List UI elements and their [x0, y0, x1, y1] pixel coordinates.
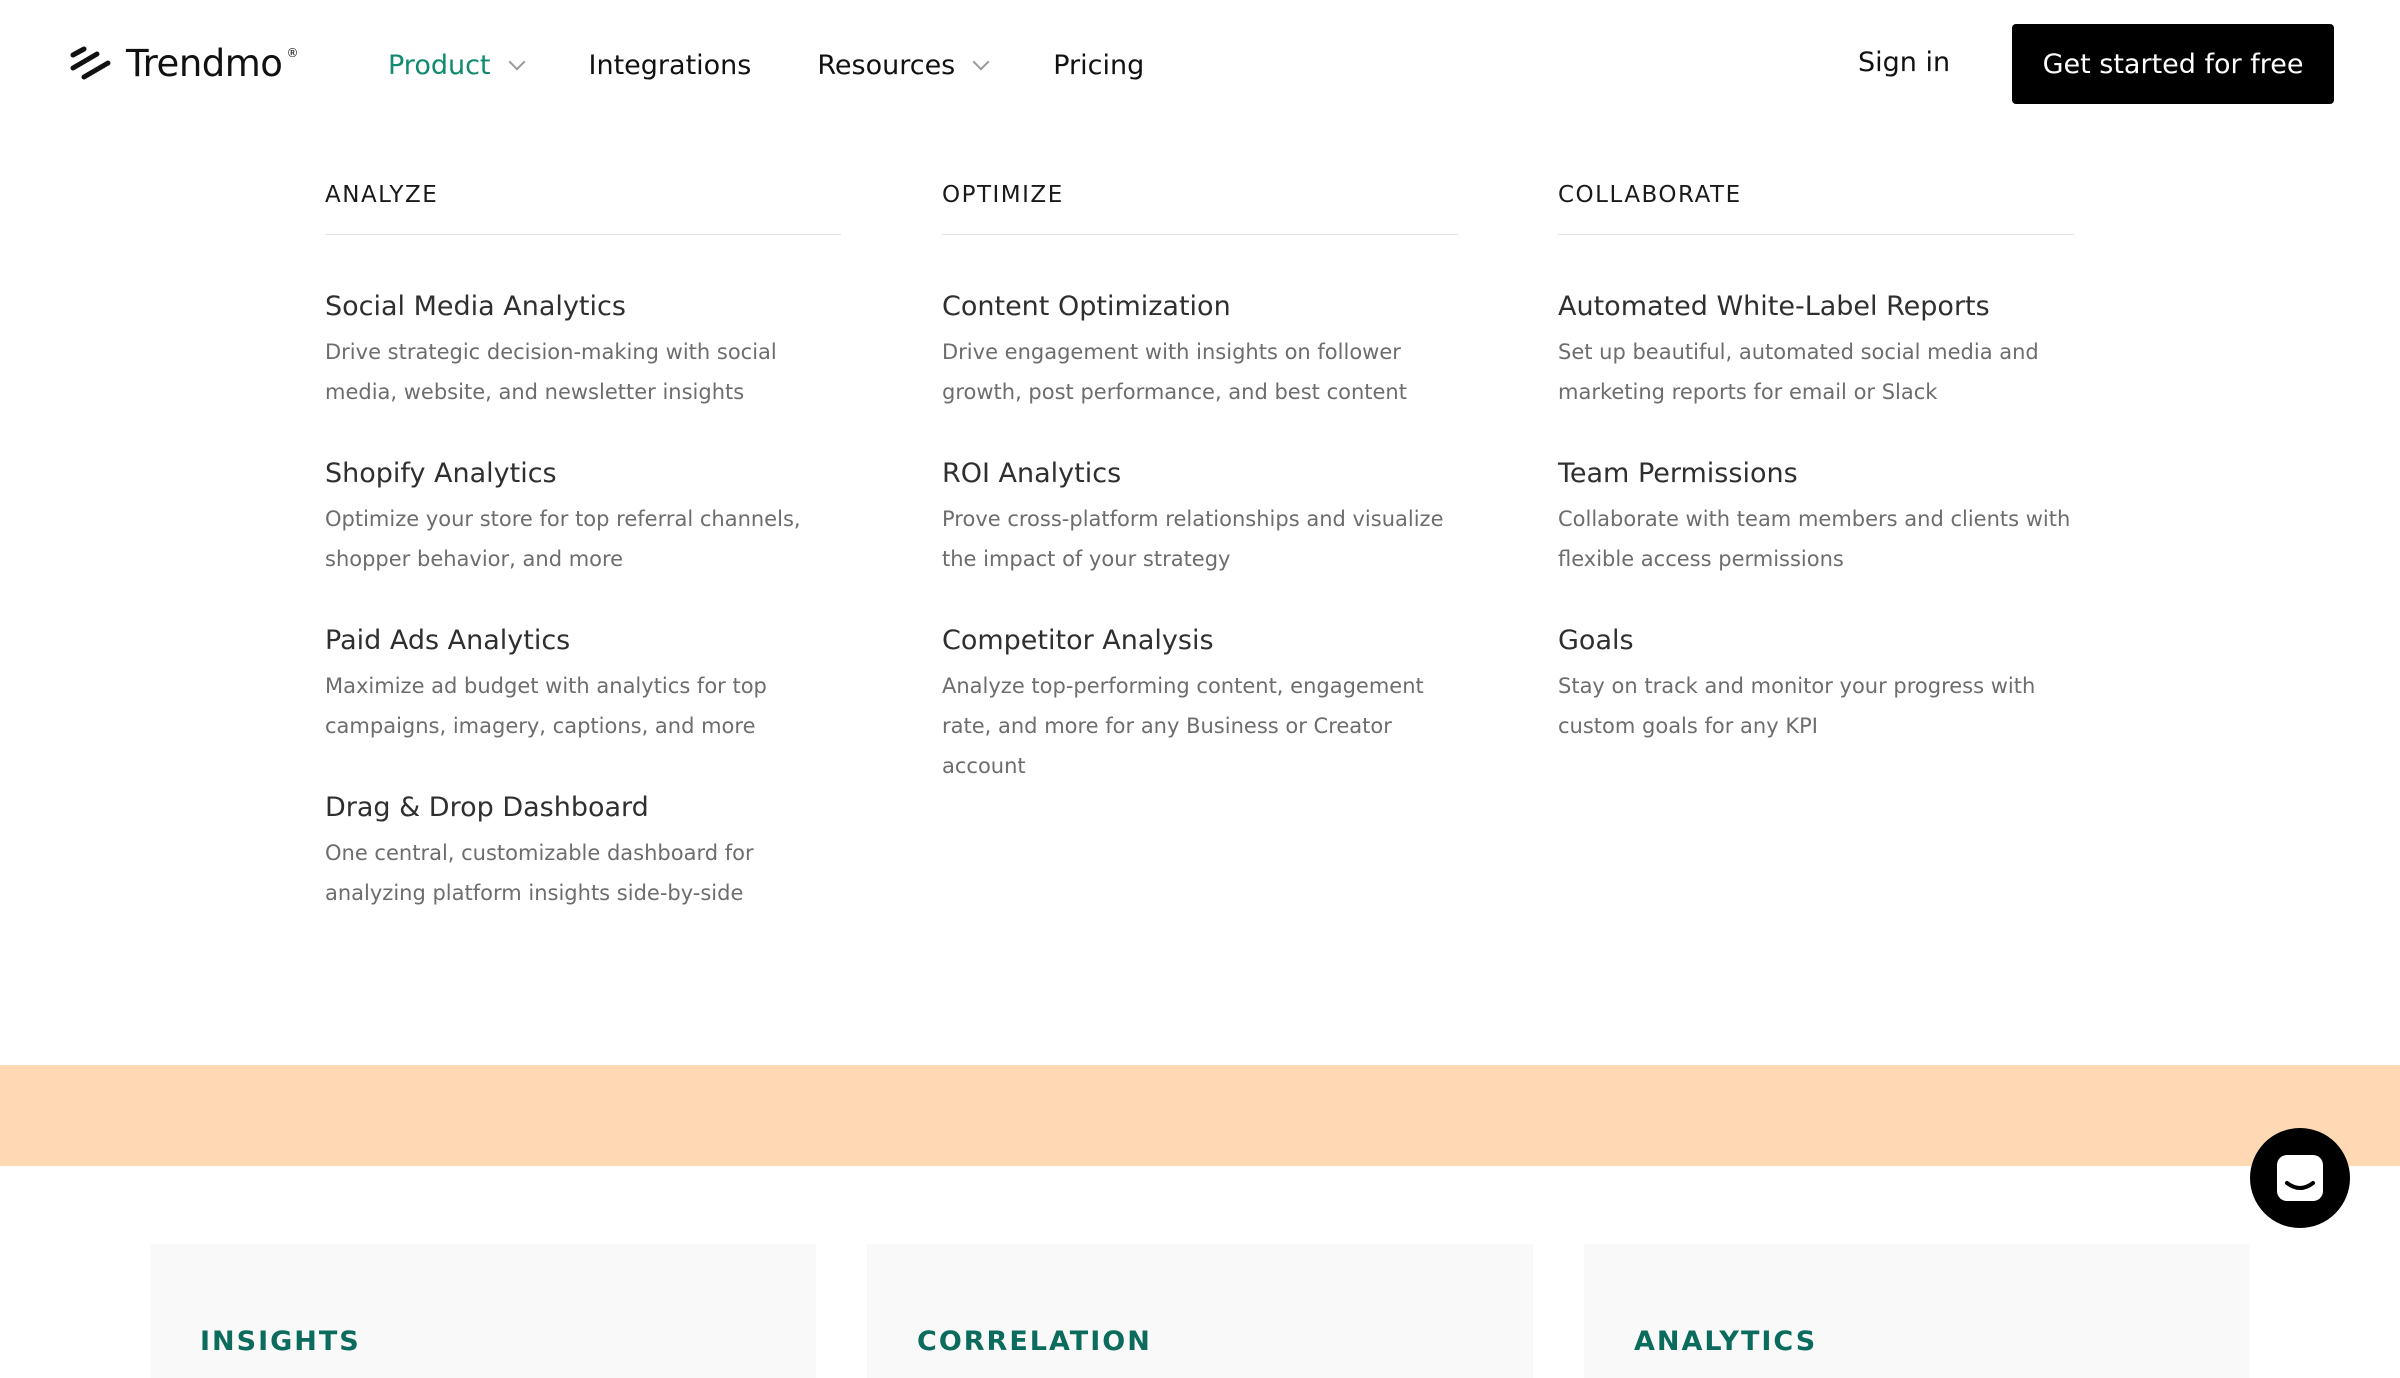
- sign-in-link[interactable]: Sign in: [1858, 47, 1950, 78]
- menu-item-description: Drive strategic decision-making with soc…: [325, 340, 777, 404]
- menu-item-description: Analyze top-performing content, engageme…: [942, 674, 1424, 778]
- product-mega-menu: ANALYZE Social Media Analytics Drive str…: [0, 112, 2400, 1065]
- menu-item-title: Social Media Analytics: [325, 291, 626, 322]
- menu-item-description: Stay on track and monitor your progress …: [1558, 674, 2036, 738]
- column-heading: ANALYZE: [325, 182, 841, 235]
- nav-integrations[interactable]: Integrations: [589, 50, 752, 81]
- menu-item-description: Optimize your store for top referral cha…: [325, 507, 801, 571]
- nav-pricing-label: Pricing: [1053, 50, 1145, 81]
- nav-resources[interactable]: Resources: [817, 50, 990, 81]
- menu-item-title: Content Optimization: [942, 291, 1231, 322]
- chat-launcher-button[interactable]: [2250, 1128, 2350, 1228]
- nav-integrations-label: Integrations: [588, 50, 752, 81]
- brand-registered-mark: ®: [286, 46, 299, 60]
- chevron-down-icon: [972, 53, 990, 70]
- main-nav: Product Integrations Resources Pricing: [388, 50, 1210, 81]
- card-label: CORRELATION: [917, 1326, 1152, 1357]
- menu-item-roi-analytics[interactable]: ROI Analytics Prove cross-platform relat…: [942, 458, 1458, 579]
- chat-icon: [2277, 1155, 2323, 1201]
- menu-item-title: ROI Analytics: [942, 458, 1122, 489]
- menu-item-description: One central, customizable dashboard for …: [325, 841, 754, 905]
- menu-item-shopify-analytics[interactable]: Shopify Analytics Optimize your store fo…: [325, 458, 841, 579]
- menu-item-title: Team Permissions: [1558, 458, 1798, 489]
- menu-column-optimize: OPTIMIZE Content Optimization Drive enga…: [942, 182, 1458, 786]
- menu-item-title: Goals: [1558, 625, 1634, 656]
- menu-item-description: Prove cross-platform relationships and v…: [942, 507, 1444, 571]
- menu-item-description: Set up beautiful, automated social media…: [1558, 340, 2039, 404]
- menu-item-description: Maximize ad budget with analytics for to…: [325, 674, 767, 738]
- menu-item-title: Competitor Analysis: [942, 625, 1214, 656]
- menu-item-goals[interactable]: Goals Stay on track and monitor your pro…: [1558, 625, 2074, 746]
- site-header: Trendmo ® Product Integrations Resources…: [0, 0, 2400, 112]
- menu-item-description: Drive engagement with insights on follow…: [942, 340, 1407, 404]
- column-heading: COLLABORATE: [1558, 182, 2074, 235]
- brand-logo[interactable]: Trendmo ®: [70, 42, 298, 85]
- card-label: ANALYTICS: [1634, 1326, 1818, 1357]
- menu-item-description: Collaborate with team members and client…: [1558, 507, 2071, 571]
- feature-card-correlation[interactable]: CORRELATION: [867, 1244, 1533, 1378]
- nav-product[interactable]: Product: [388, 50, 526, 81]
- card-label: INSIGHTS: [200, 1326, 361, 1357]
- feature-card-analytics[interactable]: ANALYTICS: [1584, 1244, 2250, 1378]
- menu-item-social-media-analytics[interactable]: Social Media Analytics Drive strategic d…: [325, 291, 841, 412]
- trendmo-logo-icon: [70, 46, 111, 79]
- menu-item-team-permissions[interactable]: Team Permissions Collaborate with team m…: [1558, 458, 2074, 579]
- feature-card-insights[interactable]: INSIGHTS: [150, 1244, 816, 1378]
- column-heading: OPTIMIZE: [942, 182, 1458, 235]
- menu-item-title: Shopify Analytics: [325, 458, 557, 489]
- nav-pricing[interactable]: Pricing: [1053, 50, 1144, 81]
- menu-item-content-optimization[interactable]: Content Optimization Drive engagement wi…: [942, 291, 1458, 412]
- menu-item-paid-ads-analytics[interactable]: Paid Ads Analytics Maximize ad budget wi…: [325, 625, 841, 746]
- menu-item-white-label-reports[interactable]: Automated White-Label Reports Set up bea…: [1558, 291, 2074, 412]
- nav-resources-label: Resources: [817, 50, 956, 81]
- get-started-button[interactable]: Get started for free: [2012, 24, 2334, 104]
- menu-item-title: Drag & Drop Dashboard: [325, 792, 649, 823]
- nav-product-label: Product: [388, 50, 491, 81]
- menu-column-collaborate: COLLABORATE Automated White-Label Report…: [1558, 182, 2074, 746]
- menu-item-title: Paid Ads Analytics: [325, 625, 571, 656]
- chevron-down-icon: [508, 53, 526, 70]
- brand-name: Trendmo: [126, 42, 283, 85]
- promo-band: [0, 1065, 2400, 1166]
- menu-item-competitor-analysis[interactable]: Competitor Analysis Analyze top-performi…: [942, 625, 1458, 786]
- menu-column-analyze: ANALYZE Social Media Analytics Drive str…: [325, 182, 841, 913]
- menu-item-title: Automated White-Label Reports: [1558, 291, 1990, 322]
- menu-item-drag-drop-dashboard[interactable]: Drag & Drop Dashboard One central, custo…: [325, 792, 841, 913]
